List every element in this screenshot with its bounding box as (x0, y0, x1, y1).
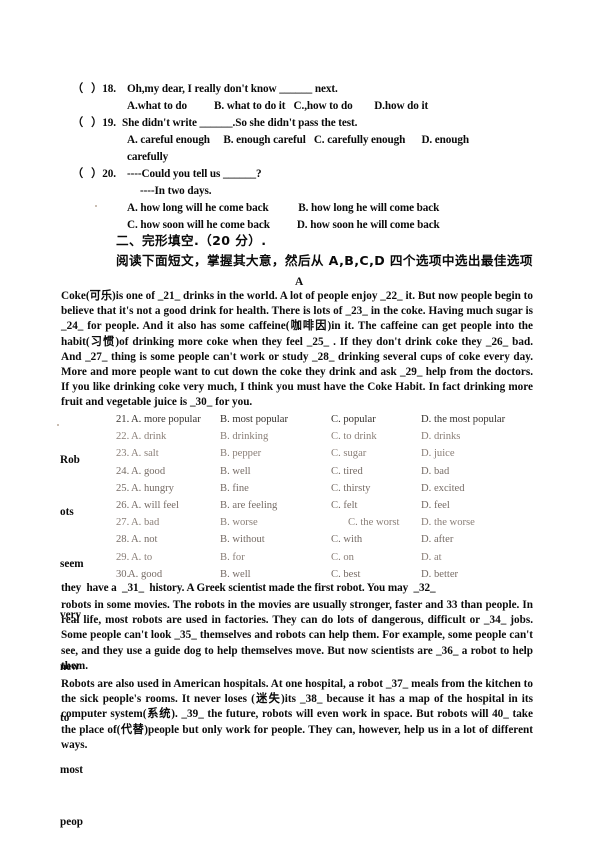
table-row: 22. A. drink B. drinking C. to drink D. … (116, 431, 534, 448)
option-d: D. better (421, 568, 459, 580)
question-20-options-cont: C. how soon will he come back D. how soo… (127, 219, 440, 231)
option-c: C. popular (331, 414, 376, 425)
question-19-stem: She didn't write ______.So she didn't pa… (122, 117, 358, 129)
question-19-options-cont: carefully (127, 151, 169, 163)
option-d: D. drinks (421, 431, 461, 443)
option-a: A. more popular (131, 414, 201, 425)
option-num: 26. (116, 499, 130, 511)
option-num: 22. (116, 431, 130, 443)
table-row: 28. A. not B. without C. with D. after (116, 534, 534, 551)
table-row: 24. A. good B. well C. tired D. bad (116, 466, 534, 483)
option-num: 27. (116, 517, 130, 529)
passage-a-text: Coke(可乐)is one of _21_ drinks in the wor… (61, 290, 533, 409)
option-d: D. the worse (421, 517, 475, 529)
question-20-reply: ----In two days. (140, 185, 212, 197)
question-19-marker: （ ）19. (72, 117, 116, 129)
question-18-marker: （ ）18. (72, 83, 116, 95)
option-b: B. fine (220, 482, 249, 494)
option-d: D. bad (421, 465, 450, 477)
option-d: D. juice (421, 448, 455, 460)
option-b: B. are feeling (220, 499, 278, 511)
option-b: B. worse (220, 517, 258, 529)
question-18-options: A.what to do B. what to do it C.,how to … (127, 100, 429, 112)
question-20-options: A. how long will he come back B. how lon… (127, 202, 440, 214)
option-a: A. bad (131, 517, 160, 529)
question-20-stem: ----Could you tell us ______? (127, 168, 262, 180)
option-b: B. without (220, 534, 265, 546)
option-a: A. good (131, 465, 166, 477)
question-18-stem: Oh,my dear, I really don't know ______ n… (127, 83, 338, 95)
option-b: B. well (220, 465, 251, 477)
option-a: A. good (128, 568, 163, 580)
scan-speck (57, 424, 59, 426)
option-b: B. for (220, 551, 245, 563)
option-c: C. best (331, 568, 361, 580)
option-c: C. sugar (331, 448, 367, 460)
option-c: C. with (331, 534, 363, 546)
section-title: 二、完形填空.（20 分）. (116, 233, 267, 248)
option-num: 23. (116, 448, 130, 460)
side-line: peop (60, 815, 84, 828)
scanned-sheet: （ ）18. Oh,my dear, I really don't know _… (0, 0, 595, 842)
side-line: Rob (60, 454, 80, 467)
side-line: ots (60, 506, 74, 518)
table-row: 26. A. will feel B. are feeling C. felt … (116, 500, 534, 517)
table-row: 27. A. bad B. worse C. the worst D. the … (116, 517, 534, 534)
passage-b-text: robots in some movies. The robots in the… (61, 599, 533, 672)
option-c: C. thirsty (331, 482, 371, 494)
option-b: B. well (220, 568, 251, 580)
options-table: 21. A. more popular B. most popular C. p… (116, 414, 534, 586)
table-row: 21. A. more popular B. most popular C. p… (116, 414, 534, 431)
option-a: A. will feel (131, 499, 179, 511)
option-c: C. the worst (348, 517, 400, 529)
option-a: A. drink (131, 431, 167, 443)
option-c: C. tired (331, 465, 363, 477)
option-num: 28. (116, 534, 130, 546)
option-a: A. not (131, 534, 158, 546)
option-b: B. pepper (220, 448, 262, 460)
option-num: 24. (116, 465, 130, 477)
option-a: A. salt (131, 448, 159, 460)
table-row: 23. A. salt B. pepper C. sugar D. juice (116, 448, 534, 465)
option-b: B. drinking (220, 431, 269, 443)
passage-a-label: A (295, 276, 304, 288)
option-d: D. the most popular (421, 414, 506, 425)
question-19-options: A. careful enough B. enough careful C. c… (127, 134, 470, 146)
option-a: A. hungry (131, 482, 174, 494)
option-d: D. after (421, 534, 454, 546)
option-c: C. felt (331, 499, 358, 511)
table-row: 25. A. hungry B. fine C. thirsty D. exci… (116, 483, 534, 500)
table-row: 29. A. to B. for C. on D. at (116, 552, 534, 569)
option-d: D. at (421, 551, 442, 563)
question-20-marker: （ ）20. (72, 168, 116, 180)
option-num: 25. (116, 482, 130, 494)
passage-b-first-line: they have a _31_ history. A Greek scient… (61, 582, 436, 594)
option-num: 29. (116, 551, 130, 563)
option-a: A. to (131, 551, 153, 563)
option-d: D. feel (421, 499, 450, 511)
scan-speck (95, 205, 97, 207)
option-c: C. to drink (331, 431, 377, 443)
side-line: most (60, 763, 83, 776)
section-instruction: 阅读下面短文，掌握其大意，然后从 A,B,C,D 四个选项中选出最佳选项 (116, 253, 533, 268)
option-c: C. on (331, 551, 354, 563)
exam-page: （ ）18. Oh,my dear, I really don't know _… (0, 0, 595, 842)
side-line: seem (60, 557, 84, 570)
option-d: D. excited (421, 482, 465, 494)
option-b: B. most popular (220, 414, 288, 425)
option-num: 21. (116, 414, 130, 425)
passage-b-text-2: Robots are also used in American hospita… (61, 678, 533, 751)
